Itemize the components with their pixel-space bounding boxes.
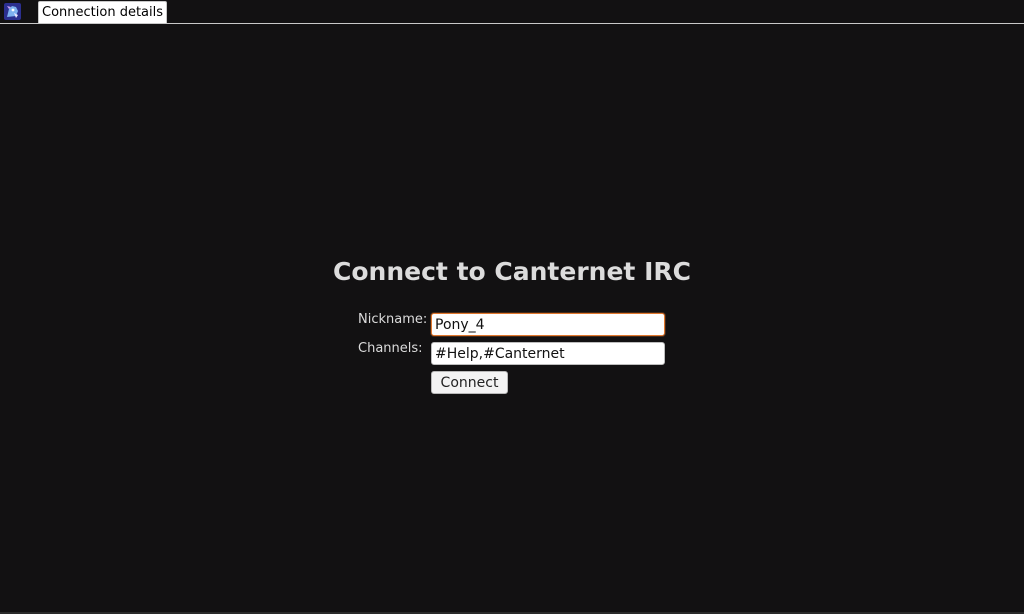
channels-input[interactable] [431,342,665,365]
tab-bar: Connection details [0,0,1024,24]
tab-connection-details[interactable]: Connection details [38,1,167,23]
irc-client-window: Connection details Connect to Canternet … [0,0,1024,614]
connect-button[interactable]: Connect [431,371,508,394]
channels-label: Channels: [358,341,423,356]
app-logo-icon[interactable] [4,3,21,20]
page-title: Connect to Canternet IRC [333,257,691,286]
nickname-label: Nickname: [358,312,428,327]
nickname-input[interactable] [431,313,665,336]
